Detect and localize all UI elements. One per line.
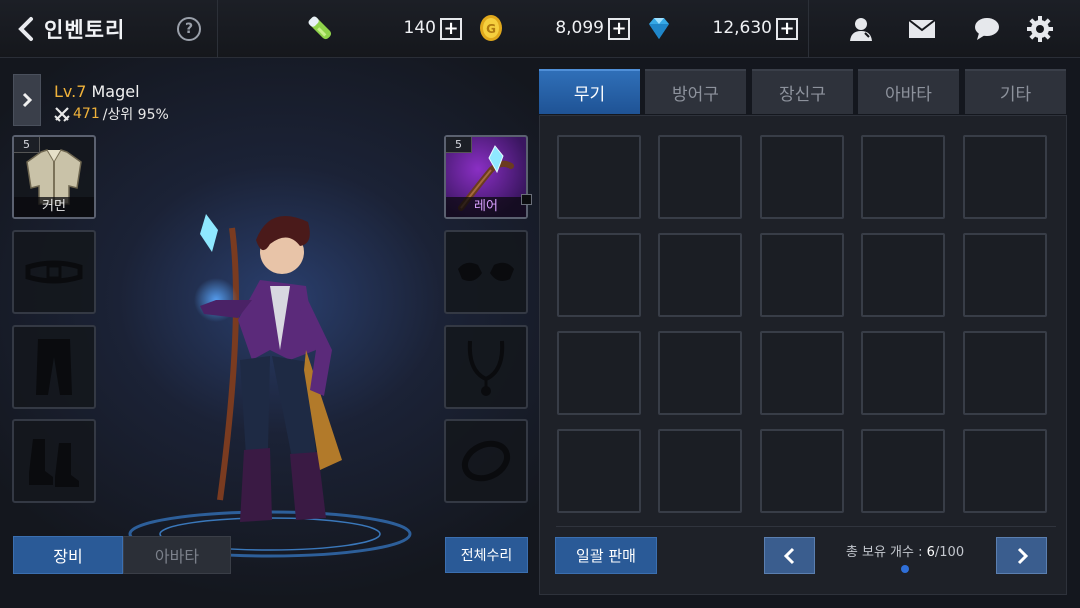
lock-toggle[interactable]: [521, 194, 532, 205]
inventory-slot[interactable]: [760, 135, 844, 219]
tab-accessories[interactable]: 장신구: [752, 69, 853, 114]
gem-icon: [649, 18, 669, 39]
tab-equipment[interactable]: 장비: [13, 536, 123, 574]
character-model: [128, 214, 412, 558]
add-gold-button[interactable]: +: [608, 18, 630, 40]
chevron-left-icon: [18, 17, 33, 41]
count-total: /100: [934, 545, 965, 560]
stamina-value: 140: [403, 18, 436, 38]
combat-power-value: 471: [73, 106, 100, 122]
tab-avatar-items[interactable]: 아바타: [858, 69, 959, 114]
character-level: Lv.7: [54, 82, 87, 101]
help-button[interactable]: ?: [177, 17, 201, 41]
inventory-slot[interactable]: [658, 429, 742, 513]
divider: [217, 0, 218, 58]
item-count: 5: [446, 137, 472, 153]
character-name: Lv.7 Magel: [54, 82, 140, 101]
chat-button[interactable]: [970, 12, 1004, 46]
mail-button[interactable]: [905, 12, 939, 46]
inventory-slot[interactable]: [963, 429, 1047, 513]
repair-all-button[interactable]: 전체수리: [445, 537, 528, 573]
equip-slot-necklace[interactable]: [444, 325, 528, 409]
add-stamina-button[interactable]: +: [440, 18, 462, 40]
chat-bubble-icon: [975, 18, 999, 40]
equip-slot-weapon[interactable]: 5 레어: [444, 135, 528, 219]
equip-slot-belt[interactable]: [12, 230, 96, 314]
inventory-slot[interactable]: [760, 429, 844, 513]
tab-avatar[interactable]: 아바타: [123, 536, 231, 574]
inventory-tabs: 무기 방어구 장신구 아바타 기타: [539, 69, 1067, 115]
chevron-right-icon: [22, 92, 33, 108]
equip-slot-armor[interactable]: 5 커먼: [12, 135, 96, 219]
equip-slot-boots[interactable]: [12, 419, 96, 503]
ring-icon: [461, 440, 511, 482]
inventory-slot[interactable]: [760, 233, 844, 317]
count-label: 총 보유 개수 :: [845, 545, 927, 560]
next-page-button[interactable]: [996, 537, 1047, 574]
item-count-text: 총 보유 개수 : 6/100: [830, 541, 980, 560]
settings-button[interactable]: [1023, 12, 1057, 46]
inventory-slot[interactable]: [861, 429, 945, 513]
chevron-left-icon: [783, 547, 794, 564]
boots-icon: [29, 439, 79, 487]
tab-other[interactable]: 기타: [965, 69, 1066, 114]
stamina-potion-icon: [308, 16, 332, 40]
belt-icon: [25, 260, 83, 284]
top-bar: 인벤토리 ? 140 + G 8,099 + 12,630 +: [0, 0, 1080, 58]
gold-coin-icon: G: [480, 15, 502, 41]
inventory-slot[interactable]: [963, 233, 1047, 317]
pants-icon: [36, 339, 72, 395]
inventory-slot[interactable]: [658, 331, 742, 415]
item-count: 5: [14, 137, 40, 153]
sell-all-button[interactable]: 일괄 판매: [555, 537, 657, 574]
page-title: 인벤토리: [44, 18, 126, 42]
svg-text:G: G: [486, 22, 496, 36]
person-icon: [850, 18, 872, 41]
combat-power: 471/상위 95%: [54, 104, 169, 124]
inventory-slot[interactable]: [658, 135, 742, 219]
add-gem-button[interactable]: +: [776, 18, 798, 40]
inventory-slot[interactable]: [557, 429, 641, 513]
inventory-slot[interactable]: [963, 135, 1047, 219]
item-grade: 커먼: [14, 197, 94, 217]
necklace-icon: [467, 340, 505, 396]
item-grade: 레어: [446, 197, 526, 217]
character-name-text: Magel: [91, 82, 140, 101]
inventory-slot[interactable]: [861, 233, 945, 317]
inventory-slot[interactable]: [861, 135, 945, 219]
inventory-slot[interactable]: [557, 233, 641, 317]
mail-icon: [908, 19, 936, 38]
chevron-right-icon: [1017, 547, 1028, 564]
gem-value: 12,630: [712, 18, 772, 38]
page-indicator-dot: [901, 565, 909, 573]
inventory-slot[interactable]: [963, 331, 1047, 415]
equip-slot-pants[interactable]: [12, 325, 96, 409]
tab-armor[interactable]: 방어구: [645, 69, 746, 114]
count-current: 6: [926, 545, 935, 560]
prev-page-button[interactable]: [764, 537, 815, 574]
equip-slot-ring[interactable]: [444, 419, 528, 503]
inventory-slot[interactable]: [760, 331, 844, 415]
inventory-slot[interactable]: [557, 331, 641, 415]
inventory-slot[interactable]: [861, 331, 945, 415]
gear-icon: [1027, 16, 1053, 42]
divider: [556, 526, 1056, 527]
divider: [808, 0, 809, 58]
expand-info-button[interactable]: [13, 74, 41, 126]
gold-value: 8,099: [555, 18, 604, 38]
inventory-slot[interactable]: [658, 233, 742, 317]
tab-weapons[interactable]: 무기: [539, 69, 640, 114]
friends-button[interactable]: [844, 12, 878, 46]
back-button[interactable]: [12, 14, 40, 44]
crossed-swords-icon: [54, 107, 70, 122]
gloves-icon: [458, 262, 514, 281]
inventory-slot[interactable]: [557, 135, 641, 219]
rank-text: /상위 95%: [102, 107, 169, 123]
equip-slot-gloves[interactable]: [444, 230, 528, 314]
